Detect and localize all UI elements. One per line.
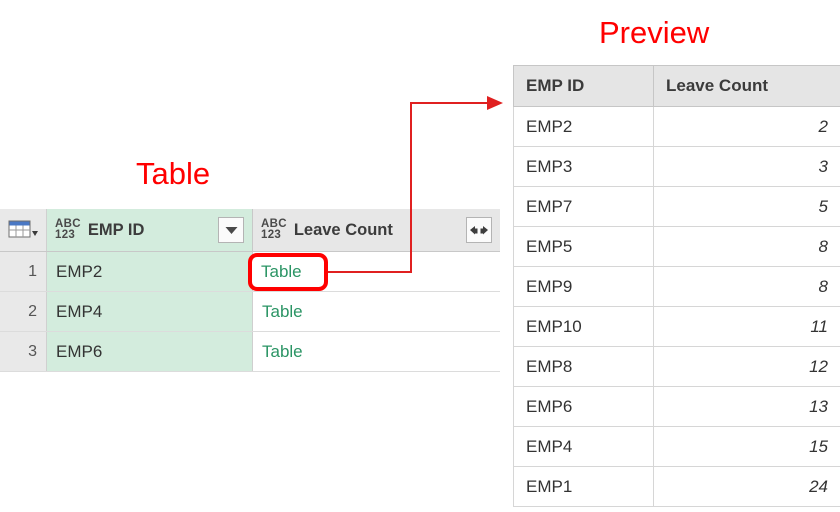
cell-emp-id: EMP2 (513, 106, 654, 147)
cell-emp-id: EMP4 (513, 426, 654, 467)
cell-leave-count: 8 (653, 266, 840, 307)
cell-leave-count: 24 (653, 466, 840, 507)
cell-emp-id: EMP6 (513, 386, 654, 427)
cell-emp-id: EMP9 (513, 266, 654, 307)
table-row: EMP9 8 (513, 266, 840, 307)
cell-emp-id: EMP7 (513, 186, 654, 227)
cell-leave-count: 13 (653, 386, 840, 427)
column-header-label-emp-id: EMP ID (87, 220, 145, 239)
cell-emp-id: EMP5 (513, 226, 654, 267)
table-grid-dropdown-icon (8, 219, 38, 241)
cell-leave-count: 3 (653, 146, 840, 187)
row-number: 2 (0, 292, 47, 331)
column-header-leave-count[interactable]: ABC 123 Leave Count (253, 209, 500, 251)
table-row: EMP6 13 (513, 386, 840, 427)
expand-columns-icon[interactable] (466, 217, 492, 243)
chevron-down-icon[interactable] (218, 217, 244, 243)
cell-leave-count: 5 (653, 186, 840, 227)
cell-leave-count: 2 (653, 106, 840, 147)
column-type-icon-emp-id: ABC 123 (55, 218, 81, 241)
cell-leave-count: 11 (653, 306, 840, 347)
table-row: EMP7 5 (513, 186, 840, 227)
row-number: 1 (0, 252, 47, 291)
cell-emp-id[interactable]: EMP2 (47, 252, 253, 291)
screenshot-canvas: Table Preview ABC 123 EMP ID ABC 123 Lea… (0, 0, 840, 512)
cell-leave-count-table-link[interactable]: Table (253, 332, 500, 371)
cell-emp-id: EMP10 (513, 306, 654, 347)
table-row: EMP1 24 (513, 466, 840, 507)
table-row[interactable]: 3 EMP6 Table (0, 332, 500, 372)
cell-leave-count: 12 (653, 346, 840, 387)
column-header-emp-id[interactable]: ABC 123 EMP ID (47, 209, 253, 251)
annotation-label-table: Table (136, 156, 211, 191)
annotation-label-preview: Preview (599, 15, 710, 50)
preview-header-emp-id: EMP ID (513, 65, 654, 107)
cell-emp-id[interactable]: EMP6 (47, 332, 253, 371)
cell-emp-id: EMP1 (513, 466, 654, 507)
cell-emp-id: EMP3 (513, 146, 654, 187)
cell-leave-count: 15 (653, 426, 840, 467)
table-row: EMP5 8 (513, 226, 840, 267)
select-all-columns-button[interactable] (0, 209, 47, 251)
table-row: EMP3 3 (513, 146, 840, 187)
query-header-row: ABC 123 EMP ID ABC 123 Leave Count (0, 209, 500, 252)
power-query-grid: ABC 123 EMP ID ABC 123 Leave Count 1 EMP… (0, 209, 500, 372)
table-row: EMP2 2 (513, 106, 840, 147)
cell-emp-id[interactable]: EMP4 (47, 292, 253, 331)
cell-leave-count-table-link[interactable]: Table (253, 292, 500, 331)
table-row[interactable]: 2 EMP4 Table (0, 292, 500, 332)
table-row: EMP4 15 (513, 426, 840, 467)
column-type-icon-leave-count: ABC 123 (261, 218, 287, 241)
row-number: 3 (0, 332, 47, 371)
column-header-label-leave-count: Leave Count (293, 220, 393, 239)
cell-leave-count: 8 (653, 226, 840, 267)
table-row: EMP8 12 (513, 346, 840, 387)
preview-header-row: EMP ID Leave Count (513, 65, 840, 107)
preview-table: EMP ID Leave Count EMP2 2 EMP3 3 EMP7 5 … (513, 65, 840, 507)
annotation-highlight-box: Table (248, 253, 328, 291)
cell-emp-id: EMP8 (513, 346, 654, 387)
preview-header-leave-count: Leave Count (653, 65, 840, 107)
table-row: EMP10 11 (513, 306, 840, 347)
